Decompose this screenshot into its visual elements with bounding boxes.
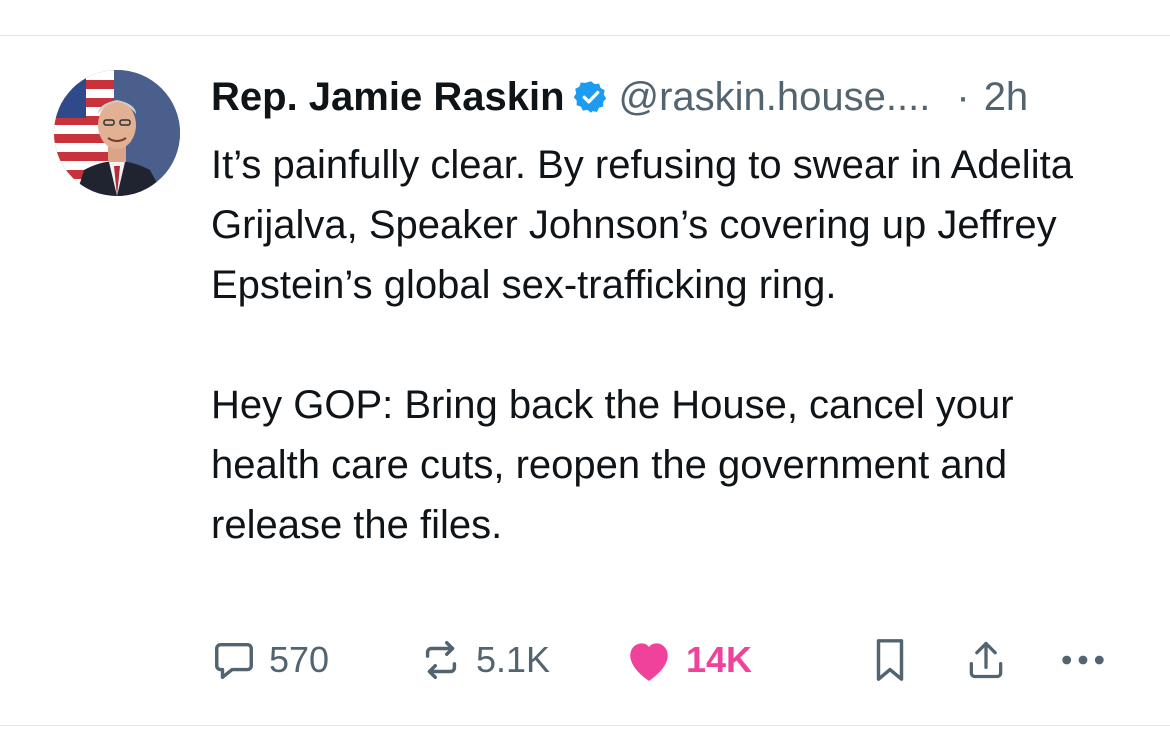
action-bar: 570 5.1K 14K	[0, 632, 1170, 688]
speech-bubble-icon	[211, 637, 257, 683]
bookmark-icon	[870, 637, 910, 683]
post-time[interactable]: 2h	[984, 72, 1029, 122]
share-icon	[964, 637, 1008, 683]
reply-button[interactable]: 570	[211, 632, 329, 688]
post-header: Rep. Jamie Raskin @raskin.house.... · 2h	[211, 72, 1028, 122]
reply-count: 570	[269, 639, 330, 680]
more-button[interactable]	[1056, 632, 1110, 688]
top-divider	[0, 35, 1170, 36]
repost-count: 5.1K	[476, 639, 551, 680]
avatar[interactable]	[54, 70, 180, 196]
author-handle[interactable]: @raskin.house....	[619, 72, 931, 122]
post-paragraph-1: It’s painfully clear. By refusing to swe…	[211, 143, 1073, 307]
post-body: It’s painfully clear. By refusing to swe…	[211, 135, 1131, 555]
post-screen: Rep. Jamie Raskin @raskin.house.... · 2h…	[0, 0, 1170, 750]
author-name[interactable]: Rep. Jamie Raskin	[211, 72, 565, 122]
bookmark-button[interactable]	[870, 632, 910, 688]
separator-dot: ·	[956, 75, 970, 119]
share-button[interactable]	[964, 632, 1008, 688]
bottom-divider	[0, 725, 1170, 726]
heart-icon	[624, 637, 674, 683]
repost-button[interactable]: 5.1K	[418, 632, 550, 688]
post-paragraph-2: Hey GOP: Bring back the House, cancel yo…	[211, 383, 1014, 547]
verified-badge-icon	[573, 79, 609, 115]
like-count: 14K	[686, 639, 753, 680]
repost-arrows-icon	[418, 637, 464, 683]
more-dots-icon	[1056, 637, 1110, 683]
like-button[interactable]: 14K	[624, 632, 752, 688]
